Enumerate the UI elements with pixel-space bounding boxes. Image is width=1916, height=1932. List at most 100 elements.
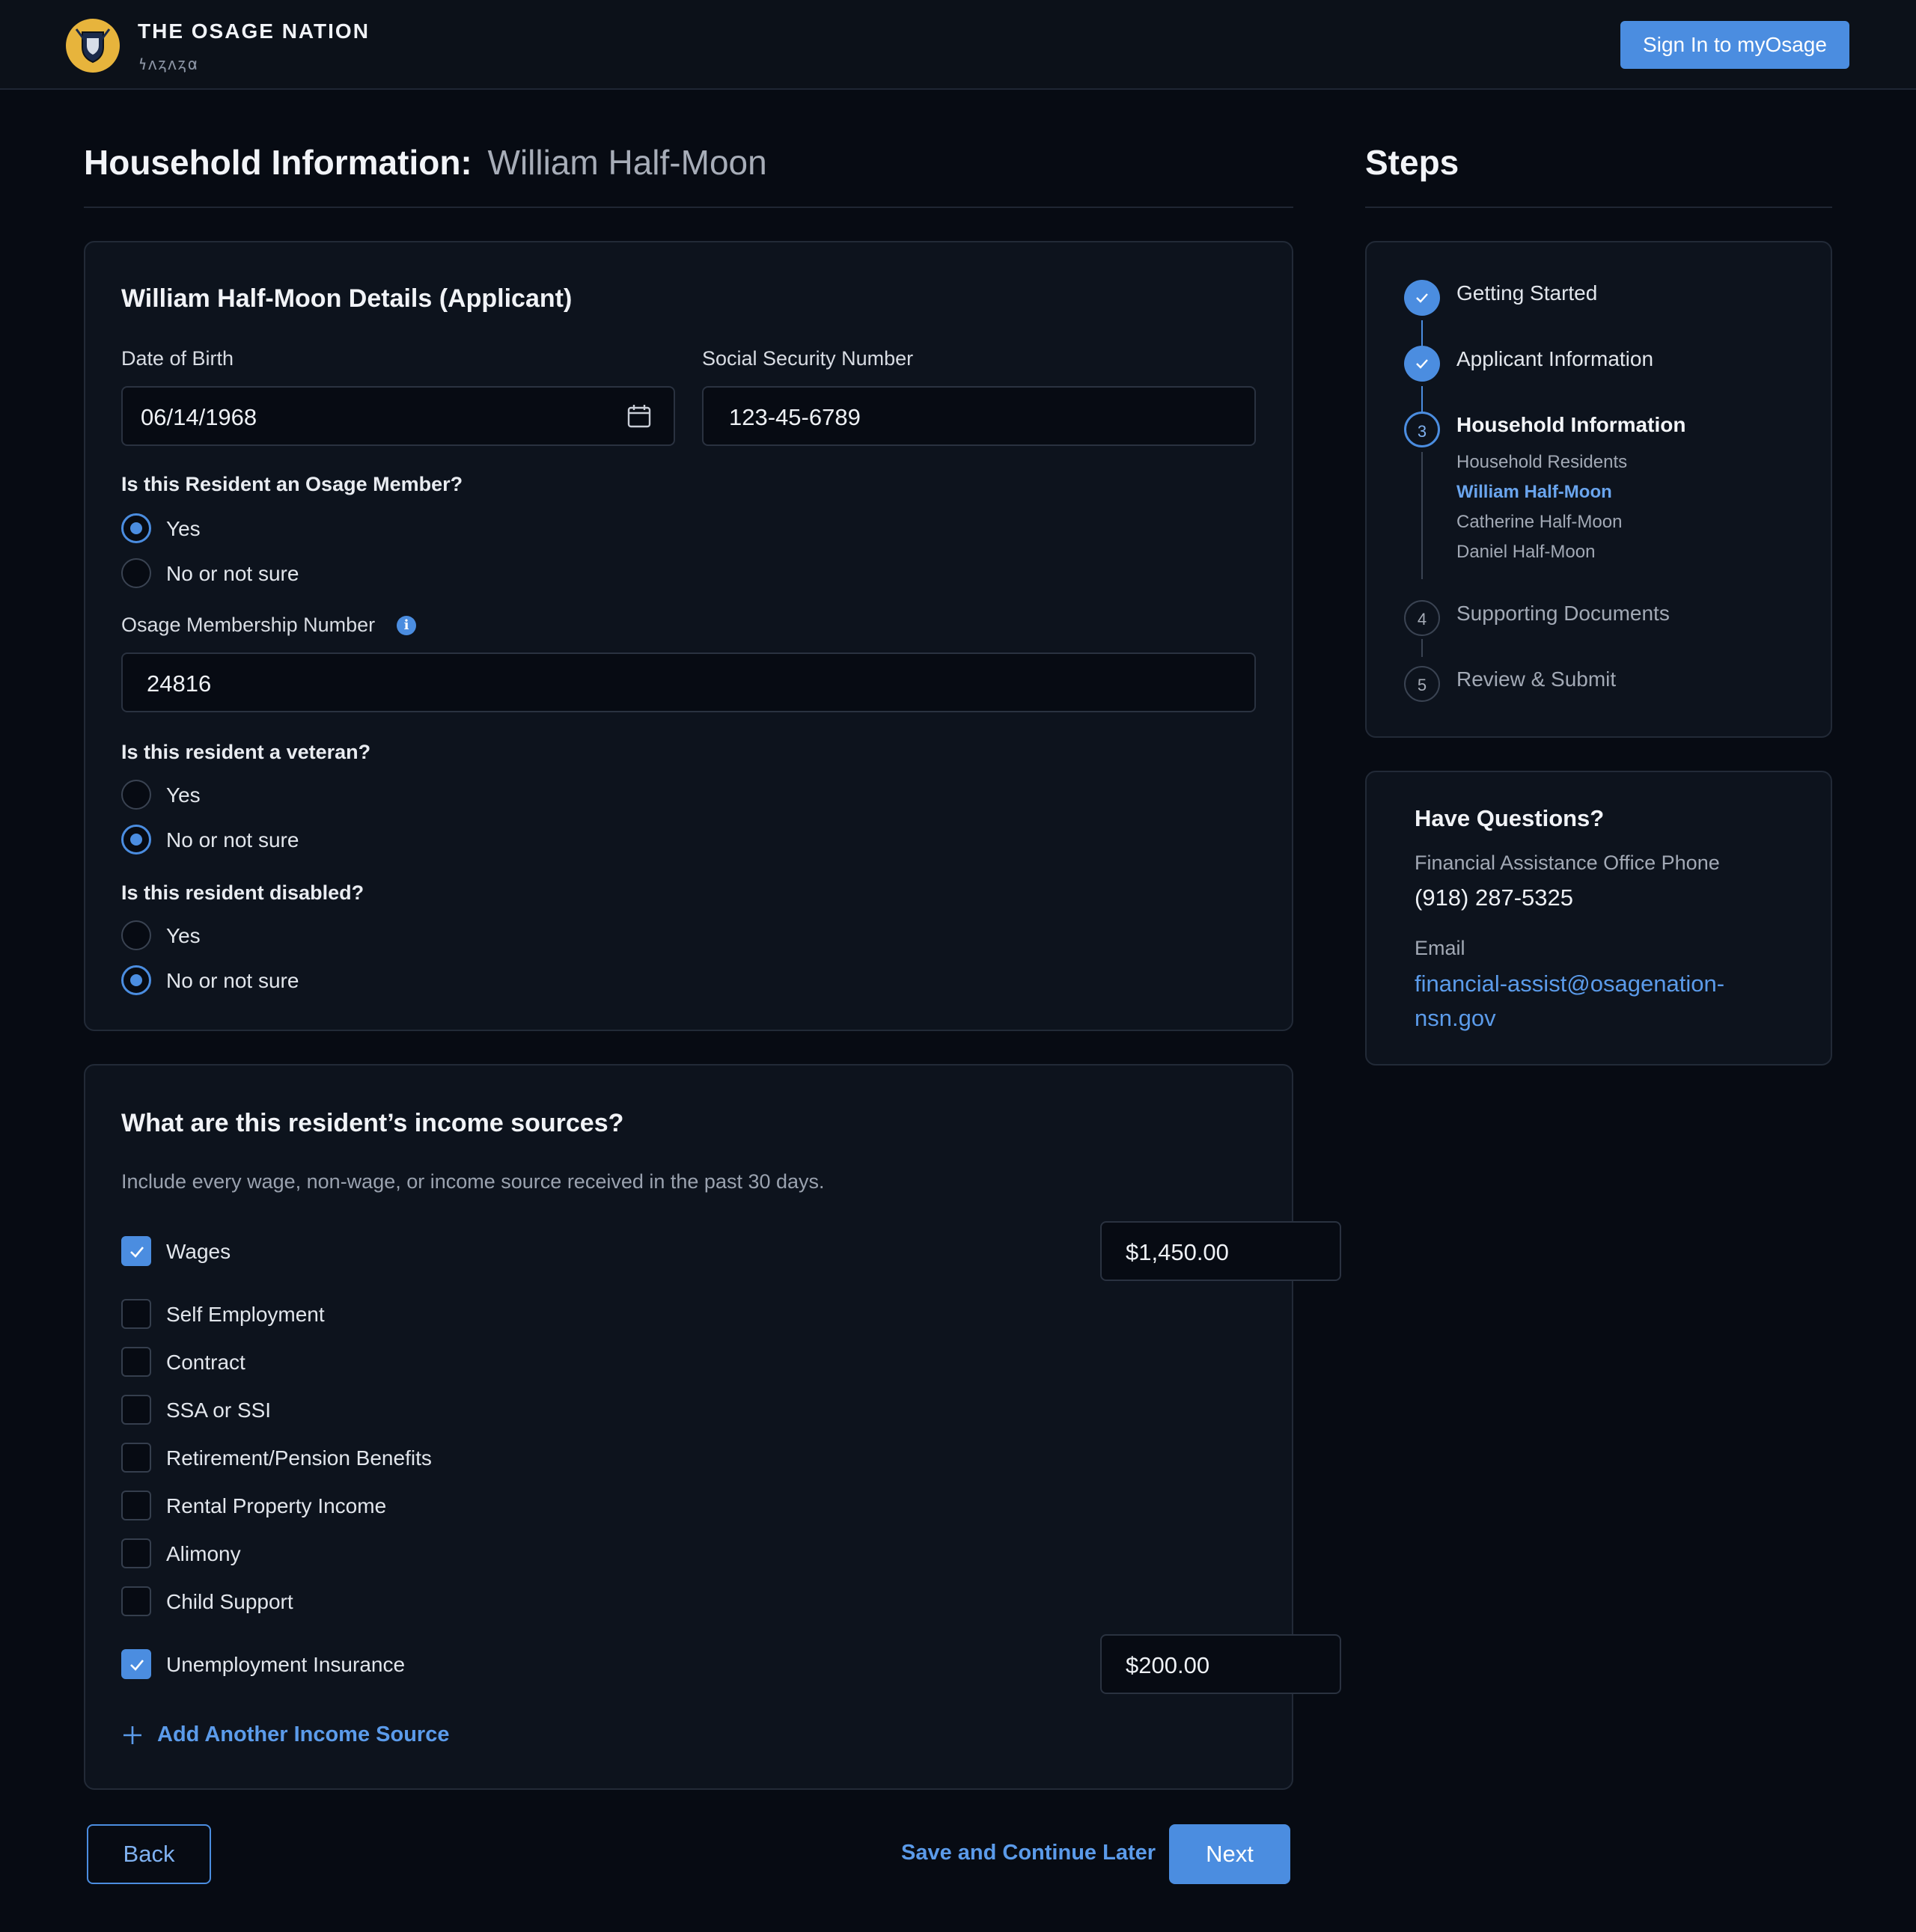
email-link[interactable]: financial-assist@osagenation- nsn.gov bbox=[1415, 967, 1724, 1036]
title-divider bbox=[84, 207, 1293, 208]
radio-label: No or not sure bbox=[166, 969, 299, 992]
checkbox-unchecked[interactable] bbox=[121, 1299, 151, 1329]
checkbox-label: Alimony bbox=[166, 1542, 241, 1565]
checkbox-label: SSA or SSI bbox=[166, 1398, 272, 1422]
step-connector bbox=[1421, 639, 1423, 657]
phone-label: Financial Assistance Office Phone bbox=[1415, 852, 1720, 874]
next-button[interactable]: Next bbox=[1169, 1824, 1290, 1884]
substep-catherine-half-moon[interactable]: Catherine Half-Moon bbox=[1456, 512, 1622, 533]
save-continue-later-link[interactable]: Save and Continue Later bbox=[901, 1841, 1156, 1865]
step-supporting-documents[interactable]: Supporting Documents bbox=[1456, 602, 1670, 626]
step-getting-started[interactable]: Getting Started bbox=[1456, 281, 1597, 305]
radio-unselected[interactable] bbox=[121, 558, 151, 588]
dob-field[interactable]: 06/14/1968 bbox=[121, 386, 675, 446]
income-sources-card: What are this resident’s income sources?… bbox=[84, 1064, 1341, 1790]
step-connector bbox=[1421, 386, 1423, 412]
osage-nation-logo[interactable] bbox=[66, 19, 120, 73]
checkbox-unchecked[interactable] bbox=[121, 1491, 151, 1520]
checkbox-unchecked[interactable] bbox=[121, 1347, 151, 1377]
radio-selected[interactable] bbox=[121, 513, 151, 543]
checkbox-label: Wages bbox=[166, 1240, 231, 1263]
checkmark-icon bbox=[130, 1660, 144, 1671]
questions-card: Have Questions? Financial Assistance Off… bbox=[1365, 771, 1832, 1066]
info-icon[interactable]: i bbox=[397, 616, 416, 635]
shield-emblem-icon bbox=[67, 20, 118, 71]
radio-label: Yes bbox=[166, 517, 201, 540]
add-income-source-link[interactable]: Add Another Income Source bbox=[157, 1722, 449, 1747]
amount-value: $200.00 bbox=[1126, 1652, 1210, 1678]
step-number: 5 bbox=[1417, 676, 1427, 694]
step-number: 4 bbox=[1417, 610, 1427, 629]
membership-label: Osage Membership Number bbox=[121, 614, 376, 636]
sign-in-button[interactable]: Sign In to myOsage bbox=[1620, 21, 1849, 69]
back-button[interactable]: Back bbox=[87, 1824, 211, 1884]
step-applicant-check-icon bbox=[1404, 346, 1440, 382]
income-help-text: Include every wage, non-wage, or income … bbox=[121, 1170, 825, 1193]
plus-icon[interactable] bbox=[121, 1724, 144, 1746]
amount-value: $1,450.00 bbox=[1126, 1239, 1229, 1265]
email-line-2: nsn.gov bbox=[1415, 1005, 1496, 1031]
substep-william-half-moon[interactable]: William Half-Moon bbox=[1456, 482, 1612, 503]
ssn-label: Social Security Number bbox=[702, 347, 914, 370]
checkbox-label: Self Employment bbox=[166, 1303, 325, 1326]
step-number: 3 bbox=[1417, 422, 1427, 441]
checkbox-unchecked[interactable] bbox=[121, 1538, 151, 1568]
checkbox-label: Unemployment Insurance bbox=[166, 1653, 406, 1676]
radio-label: No or not sure bbox=[166, 828, 299, 852]
step-getting-started-check-icon bbox=[1404, 280, 1440, 316]
radio-label: Yes bbox=[166, 783, 201, 807]
checkbox-label: Child Support bbox=[166, 1590, 293, 1613]
applicant-details-card: William Half-Moon Details (Applicant) Da… bbox=[84, 241, 1293, 1031]
checkmark-icon bbox=[130, 1247, 144, 1258]
membership-number-field[interactable]: 24816 bbox=[121, 652, 1256, 712]
calendar-icon[interactable] bbox=[626, 403, 653, 429]
checkbox-unchecked[interactable] bbox=[121, 1395, 151, 1425]
dob-value: 06/14/1968 bbox=[141, 404, 257, 430]
step-applicant-information[interactable]: Applicant Information bbox=[1456, 347, 1653, 371]
step-connector bbox=[1421, 452, 1423, 579]
checkbox-label: Rental Property Income bbox=[166, 1494, 387, 1517]
income-heading: What are this resident’s income sources? bbox=[121, 1109, 624, 1137]
radio-selected[interactable] bbox=[121, 965, 151, 995]
step-household-information[interactable]: Household Information bbox=[1456, 413, 1685, 437]
phone-number[interactable]: (918) 287-5325 bbox=[1415, 884, 1573, 911]
org-subtitle: 𐓏𐓘𐓻𐓘𐓻𐓟 bbox=[138, 55, 200, 73]
step-3-indicator: 3 bbox=[1404, 412, 1440, 447]
email-label: Email bbox=[1415, 937, 1465, 959]
checkbox-unchecked[interactable] bbox=[121, 1586, 151, 1616]
ssn-value: 123-45-6789 bbox=[729, 404, 861, 430]
details-heading: William Half-Moon Details (Applicant) bbox=[121, 284, 573, 313]
radio-label: No or not sure bbox=[166, 562, 299, 585]
radio-selected[interactable] bbox=[121, 825, 151, 855]
steps-card: Getting Started Applicant Information 3 … bbox=[1365, 241, 1832, 738]
disabled-question: Is this resident disabled? bbox=[121, 881, 364, 904]
radio-unselected[interactable] bbox=[121, 920, 151, 950]
page-title-text: Household Information: bbox=[84, 143, 472, 182]
questions-heading: Have Questions? bbox=[1415, 805, 1605, 831]
step-4-indicator: 4 bbox=[1404, 600, 1440, 636]
top-bar: THE OSAGE NATION 𐓏𐓘𐓻𐓘𐓻𐓟 Sign In to myOsa… bbox=[0, 0, 1916, 90]
steps-divider bbox=[1365, 207, 1832, 208]
ssn-field[interactable]: 123-45-6789 bbox=[702, 386, 1256, 446]
page-title: Household Information: William Half-Moon bbox=[84, 142, 767, 183]
dob-label: Date of Birth bbox=[121, 347, 234, 370]
substep-household-residents[interactable]: Household Residents bbox=[1456, 452, 1627, 473]
veteran-question: Is this resident a veteran? bbox=[121, 741, 371, 763]
org-name: THE OSAGE NATION bbox=[138, 19, 370, 43]
substep-daniel-half-moon[interactable]: Daniel Half-Moon bbox=[1456, 542, 1595, 563]
checkbox-unchecked[interactable] bbox=[121, 1443, 151, 1473]
checkbox-checked[interactable] bbox=[121, 1649, 151, 1679]
step-review-submit[interactable]: Review & Submit bbox=[1456, 667, 1616, 691]
email-line-1: financial-assist@osagenation- bbox=[1415, 970, 1725, 997]
radio-label: Yes bbox=[166, 924, 201, 947]
steps-title: Steps bbox=[1365, 143, 1459, 182]
radio-unselected[interactable] bbox=[121, 780, 151, 810]
checkbox-label: Retirement/Pension Benefits bbox=[166, 1446, 432, 1470]
checkbox-checked[interactable] bbox=[121, 1236, 151, 1266]
unemployment-amount-field[interactable]: $200.00 bbox=[1100, 1634, 1341, 1694]
page-title-resident: William Half-Moon bbox=[487, 143, 767, 182]
step-5-indicator: 5 bbox=[1404, 666, 1440, 702]
wages-amount-field[interactable]: $1,450.00 bbox=[1100, 1221, 1341, 1281]
membership-value: 24816 bbox=[147, 670, 212, 697]
step-connector bbox=[1421, 320, 1423, 346]
